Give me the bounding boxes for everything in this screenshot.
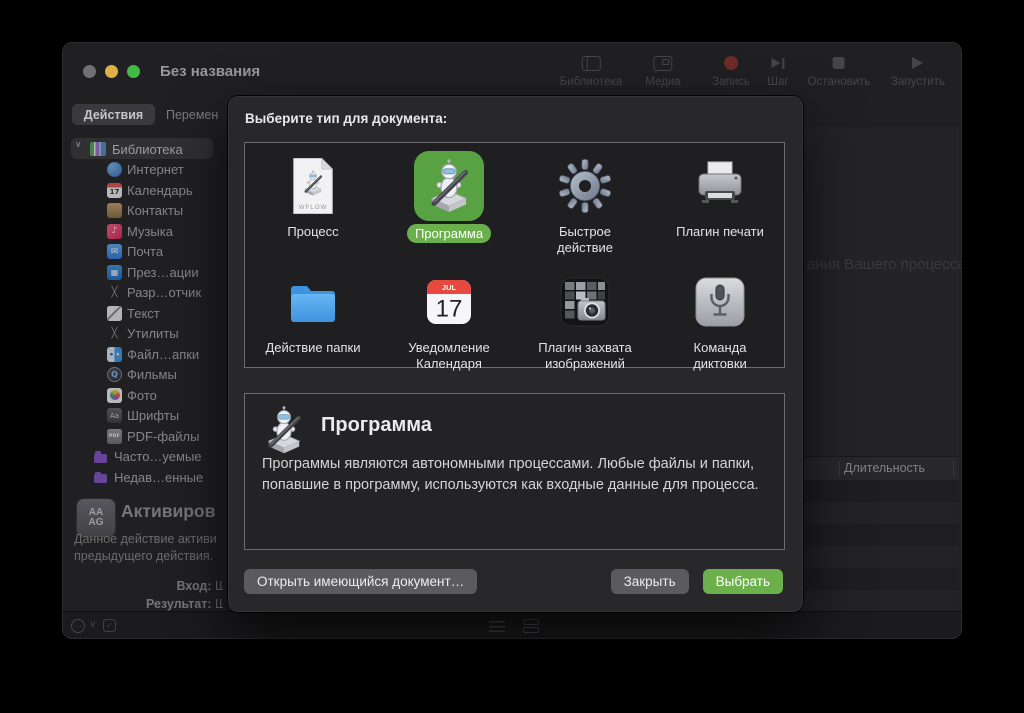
window-bottom-bar: ⋯ ∨ ✓	[63, 611, 961, 639]
library-books-icon	[90, 142, 106, 156]
globe-icon	[107, 162, 122, 177]
selected-type-description: Программы являются автономными процессам…	[262, 454, 767, 495]
sidebar-item-library[interactable]: ∨ Библиотека	[63, 139, 229, 159]
sidebar-group-recent[interactable]: Недав…енные	[63, 467, 229, 487]
calendar-icon	[107, 183, 122, 198]
keynote-icon	[107, 265, 122, 280]
run-icon	[912, 57, 923, 69]
canvas-placeholder-text: ания Вашего процесса.	[807, 256, 962, 273]
sidebar-item-internet[interactable]: Интернет	[63, 160, 229, 180]
overflow-menu-icon[interactable]: ⋯	[71, 619, 85, 633]
type-application-selected[interactable]: Программа	[381, 151, 517, 243]
purple-folder-icon	[94, 454, 107, 463]
mail-icon	[107, 244, 122, 259]
close-button[interactable]: Закрыть	[611, 569, 689, 594]
type-calendar-alarm[interactable]: Уведомление Календаря	[381, 267, 517, 372]
type-workflow[interactable]: Процесс	[245, 151, 381, 240]
dialog-buttons: Открыть имеющийся документ… Закрыть Выбр…	[244, 569, 783, 594]
sidebar-item-files-folders[interactable]: Файл…апки	[63, 344, 229, 364]
font-book-icon	[107, 408, 122, 423]
sidebar-item-movies[interactable]: Фильмы	[63, 365, 229, 385]
microphone-icon	[692, 274, 748, 330]
toolbar-step-button[interactable]: Шаг	[767, 54, 788, 88]
library-panel-icon	[582, 56, 601, 71]
sidebar-item-pdf[interactable]: PDF-файлы	[63, 426, 229, 446]
minimize-button[interactable]	[105, 65, 118, 78]
selected-type-title: Программа	[321, 414, 432, 437]
crossed-tools-icon	[107, 326, 122, 341]
action-description-line: предыдущего действия.	[74, 549, 213, 563]
photos-pinwheel-icon	[107, 388, 122, 403]
zoom-button[interactable]	[127, 65, 140, 78]
sidebar-item-utilities[interactable]: Утилиты	[63, 324, 229, 344]
text-document-icon	[107, 306, 122, 321]
finder-icon	[107, 347, 122, 362]
type-image-capture-plugin[interactable]: Плагин захвата изображений	[517, 267, 653, 372]
sidebar-item-photos[interactable]: Фото	[63, 385, 229, 405]
action-io-fields: Вход: Ш Результат: Ш	[63, 577, 223, 613]
purple-folder-icon	[94, 474, 107, 483]
quicktime-icon	[107, 367, 122, 382]
new-document-dialog: Выберите тип для документа: Процесс Прог…	[228, 96, 803, 612]
list-view-icon[interactable]	[489, 621, 505, 632]
type-folder-action[interactable]: Действие папки	[245, 267, 381, 356]
document-type-grid: Процесс Программа Быстрое действие Плаги…	[244, 142, 785, 368]
gear-icon	[557, 158, 613, 214]
automator-robot-icon	[421, 158, 477, 214]
tab-actions[interactable]: Действия	[72, 104, 155, 125]
sidebar-item-calendar[interactable]: Календарь	[63, 180, 229, 200]
close-button[interactable]	[83, 65, 96, 78]
sidebar-item-developer[interactable]: Разр…отчик	[63, 283, 229, 303]
sidebar-item-music[interactable]: Музыка	[63, 221, 229, 241]
music-note-icon	[107, 224, 122, 239]
open-existing-document-button[interactable]: Открыть имеющийся документ…	[244, 569, 477, 594]
pdf-icon	[107, 429, 122, 444]
crossed-tools-icon	[107, 285, 122, 300]
sidebar-item-presentations[interactable]: През…ации	[63, 262, 229, 282]
panels-view-icon[interactable]	[523, 619, 539, 633]
toolbar-library-button[interactable]: Библиотека	[560, 54, 623, 88]
window-title: Без названия	[160, 63, 260, 80]
stop-icon	[833, 57, 845, 69]
contacts-icon	[107, 203, 122, 218]
action-title: Активиров	[121, 501, 215, 522]
checkbox-icon[interactable]: ✓	[103, 619, 116, 632]
image-capture-icon	[557, 274, 613, 330]
chevron-down-icon[interactable]: ∨	[89, 619, 96, 630]
tab-variables[interactable]: Перемен	[166, 104, 218, 125]
sidebar-item-fonts[interactable]: Шрифты	[63, 406, 229, 426]
automator-robot-icon	[259, 405, 309, 455]
workflow-doc-icon	[289, 157, 337, 215]
action-description-line: Данное действие активи	[74, 532, 217, 546]
sidebar-group-most-used[interactable]: Часто…уемые	[63, 447, 229, 467]
toolbar-stop-button[interactable]: Остановить	[808, 54, 871, 88]
duration-column-header[interactable]: Длительность	[844, 461, 925, 475]
chevron-down-icon[interactable]: ∨	[75, 140, 82, 150]
toolbar-record-button[interactable]: Запись	[712, 54, 750, 88]
record-icon	[724, 56, 738, 70]
calendar-icon	[421, 274, 477, 330]
dialog-title: Выберите тип для документа:	[245, 111, 447, 126]
toolbar-media-button[interactable]: Медиа	[645, 54, 680, 88]
step-icon	[771, 58, 785, 69]
printer-icon	[692, 158, 748, 214]
screen: Без названия Библиотека Медиа Запись Шаг…	[0, 0, 1024, 713]
toolbar-run-button[interactable]: Запустить	[891, 54, 945, 88]
type-quick-action[interactable]: Быстрое действие	[517, 151, 653, 256]
type-dictation-command[interactable]: Команда диктовки	[652, 267, 788, 372]
sidebar-item-text[interactable]: Текст	[63, 303, 229, 323]
type-description-panel: Программа Программы являются автономными…	[244, 393, 785, 550]
media-icon	[653, 56, 672, 71]
choose-button[interactable]: Выбрать	[703, 569, 783, 594]
folder-icon	[285, 274, 341, 330]
sidebar-item-contacts[interactable]: Контакты	[63, 201, 229, 221]
type-print-plugin[interactable]: Плагин печати	[652, 151, 788, 240]
sidebar-item-mail[interactable]: Почта	[63, 242, 229, 262]
